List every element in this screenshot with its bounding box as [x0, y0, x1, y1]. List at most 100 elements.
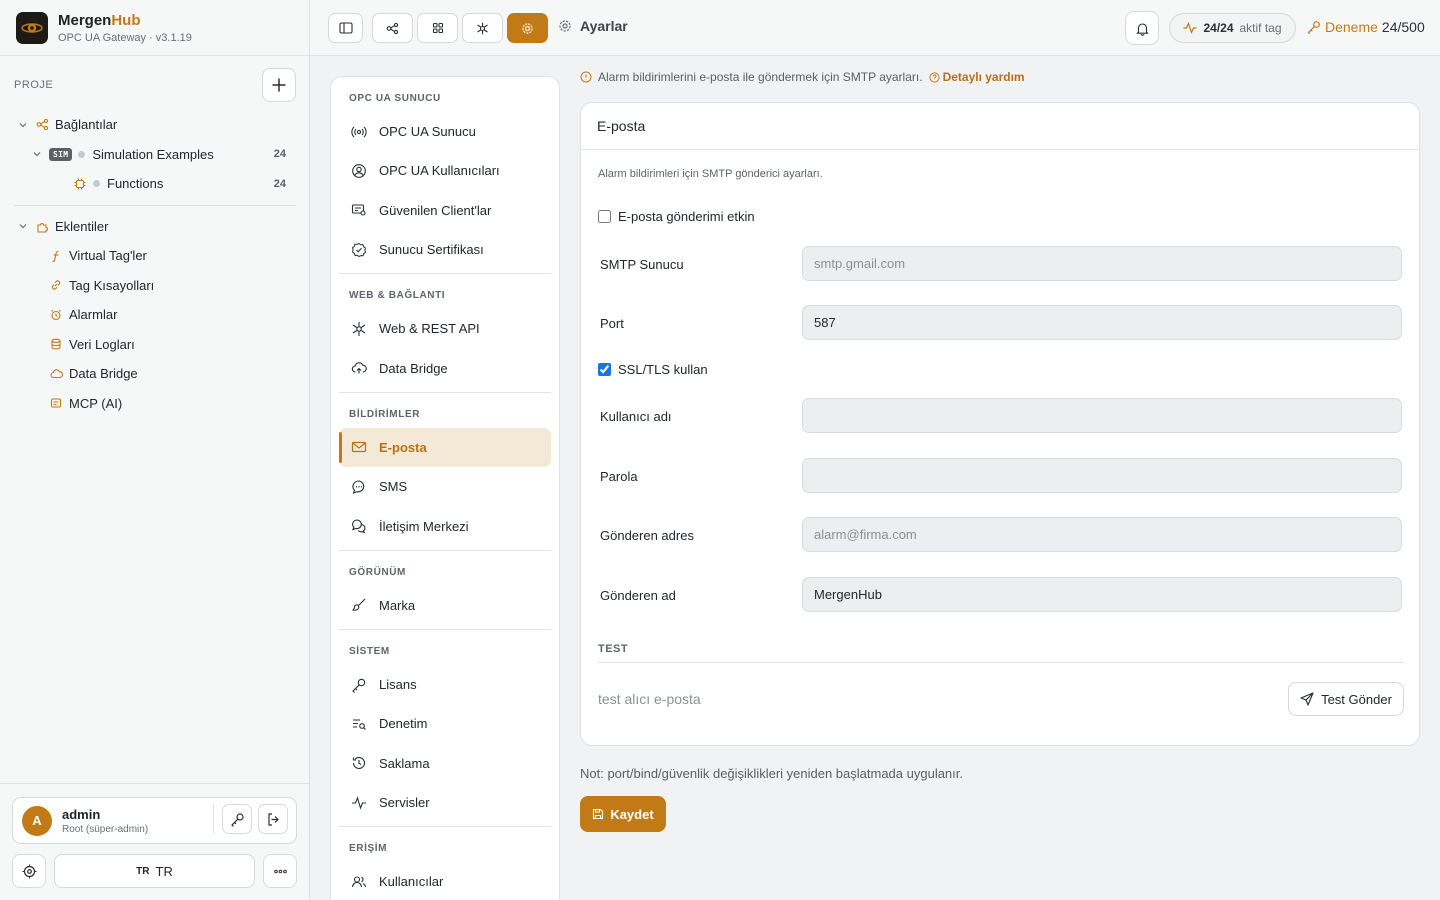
toggle-sidebar-button[interactable] [328, 13, 363, 43]
tree-item-connections[interactable]: Bağlantılar [0, 110, 310, 140]
settings-item-label: Servisler [379, 795, 430, 810]
settings-item-services[interactable]: Servisler [339, 783, 551, 822]
network-icon [351, 321, 367, 337]
active-tags-badge[interactable]: 24/24 aktif tag [1169, 13, 1296, 43]
info-icon [580, 71, 592, 83]
trial-license-badge[interactable]: Deneme 24/500 [1307, 19, 1425, 35]
page-title: Ayarlar [580, 18, 628, 34]
key-icon [230, 812, 244, 827]
email-enabled-row[interactable]: E-posta gönderimi etkin [598, 209, 755, 224]
info-banner: Alarm bildirimlerini e-posta ile gönderm… [580, 70, 1025, 84]
notifications-button[interactable] [1125, 11, 1159, 45]
settings-item-web-rest-api[interactable]: Web & REST API [339, 309, 551, 348]
smtp-server-label: SMTP Sunucu [600, 257, 684, 272]
key-icon [351, 677, 367, 693]
user-circle-icon [351, 163, 367, 179]
settings-group-opcua: OPC UA SUNUCU OPC UA Sunucu OPC UA Kulla… [331, 77, 559, 269]
bell-icon [1135, 22, 1149, 36]
message-icon [351, 479, 367, 495]
user-area: A admin Root (süper-admin) TR TR [0, 783, 310, 900]
tree-item-functions[interactable]: Functions 24 [0, 169, 310, 199]
username-input[interactable] [802, 398, 1402, 433]
settings-item-opcua-users[interactable]: OPC UA Kullanıcıları [339, 151, 551, 190]
settings-item-server-certificate[interactable]: Sunucu Sertifikası [339, 230, 551, 269]
settings-item-communication-center[interactable]: İletişim Merkezi [339, 506, 551, 545]
restart-note: Not: port/bind/güvenlik değişiklikleri y… [580, 766, 963, 781]
change-password-button[interactable] [222, 804, 252, 834]
key-icon [1307, 21, 1320, 34]
tree-label: Virtual Tag'ler [69, 248, 147, 264]
ssl-row[interactable]: SSL/TLS kullan [598, 362, 708, 377]
settings-item-label: İletişim Merkezi [379, 518, 469, 534]
settings-item-data-bridge[interactable]: Data Bridge [339, 348, 551, 387]
settings-item-trusted-clients[interactable]: Güvenilen Client'lar [339, 191, 551, 230]
tree-item-virtual-tags[interactable]: Virtual Tag'ler [0, 241, 310, 271]
chevron-down-icon[interactable] [31, 150, 43, 158]
ssl-checkbox[interactable] [598, 363, 611, 376]
settings-group-system: SİSTEM Lisans Denetim Saklama Servisler [331, 630, 559, 822]
users-icon [351, 874, 367, 890]
more-button[interactable] [263, 854, 297, 888]
settings-item-brand[interactable]: Marka [339, 586, 551, 625]
email-settings-card: E-posta Alarm bildirimleri için SMTP gön… [580, 102, 1420, 746]
send-test-button[interactable]: Test Gönder [1288, 682, 1404, 716]
settings-item-audit[interactable]: Denetim [339, 704, 551, 743]
smtp-server-input[interactable] [802, 246, 1402, 281]
tree-label: MCP (AI) [69, 395, 123, 411]
logout-button[interactable] [258, 804, 288, 834]
app-subtitle: OPC UA Gateway · v3.1.19 [58, 31, 192, 44]
settings-item-users[interactable]: Kullanıcılar [339, 862, 551, 900]
connections-icon [35, 118, 49, 132]
card-title: E-posta [581, 103, 1419, 150]
tree-item-data-bridge[interactable]: Data Bridge [0, 359, 310, 389]
settings-view-button[interactable] [507, 13, 548, 43]
save-button[interactable]: Kaydet [580, 796, 666, 832]
tree-item-data-logs[interactable]: Veri Logları [0, 330, 310, 360]
password-input[interactable] [802, 458, 1402, 493]
settings-item-sms[interactable]: SMS [339, 467, 551, 506]
certificate-icon [351, 202, 367, 218]
email-enabled-label: E-posta gönderimi etkin [618, 209, 755, 224]
settings-group-title: SİSTEM [349, 645, 390, 657]
dashboard-view-button[interactable] [417, 13, 458, 43]
settings-item-email[interactable]: E-posta [339, 427, 551, 468]
sim-badge: SIM [49, 147, 73, 161]
user-actions [213, 804, 288, 834]
user-role: Root (süper-admin) [62, 823, 149, 835]
test-section-title: TEST [598, 643, 629, 655]
settings-item-label: Data Bridge [379, 360, 448, 376]
help-link[interactable]: Detaylı yardım [928, 70, 1025, 84]
project-label: PROJE [14, 79, 54, 91]
port-input[interactable] [802, 305, 1402, 340]
tree-item-plugins[interactable]: Eklentiler [0, 212, 310, 242]
settings-item-opcua-server[interactable]: OPC UA Sunucu [339, 112, 551, 151]
save-icon [593, 808, 604, 820]
alarm-clock-icon [49, 308, 63, 322]
test-recipient-input[interactable] [598, 687, 1158, 711]
divider [598, 662, 1404, 663]
tag-count-badge: 24 [273, 148, 286, 161]
tree-item-mcp[interactable]: MCP (AI) [0, 389, 310, 419]
sender-address-label: Gönderen adres [600, 528, 694, 543]
language-button[interactable]: TR TR [54, 854, 255, 888]
settings-group-notifications: BİLDİRİMLER E-posta SMS İletişim Merkezi [331, 393, 559, 546]
info-text: Alarm bildirimlerini e-posta ile gönderm… [598, 70, 923, 84]
sender-name-input[interactable] [802, 577, 1402, 612]
tree-item-tag-shortcuts[interactable]: Tag Kısayolları [0, 271, 310, 301]
tree-label: Eklentiler [55, 218, 109, 234]
tree-item-simulation-examples[interactable]: SIM Simulation Examples 24 [0, 140, 310, 170]
locate-button[interactable] [12, 854, 46, 888]
add-project-button[interactable] [262, 68, 296, 102]
tree-label: Bağlantılar [55, 117, 118, 133]
sender-address-input[interactable] [802, 517, 1402, 552]
network-view-button[interactable] [462, 13, 503, 43]
settings-item-label: Denetim [379, 716, 428, 732]
tree-item-alarms[interactable]: Alarmlar [0, 300, 310, 330]
settings-item-license[interactable]: Lisans [339, 665, 551, 704]
email-enabled-checkbox[interactable] [598, 210, 611, 223]
help-circle-icon [928, 71, 940, 83]
chevron-down-icon[interactable] [17, 121, 29, 129]
connections-view-button[interactable] [372, 13, 413, 43]
chevron-down-icon[interactable] [17, 222, 29, 230]
settings-item-retention[interactable]: Saklama [339, 744, 551, 783]
